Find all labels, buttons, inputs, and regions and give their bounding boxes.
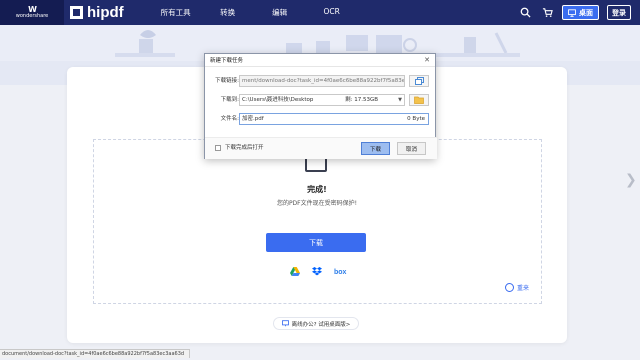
cloud-save-options: box — [290, 267, 346, 278]
restart-button[interactable]: 重来 — [505, 283, 529, 292]
download-button[interactable]: 下载 — [266, 233, 366, 252]
dialog-titlebar: 新建下载任务 ✕ — [205, 54, 435, 67]
free-space-text: 剩: 17.53GB — [345, 97, 378, 103]
box-icon[interactable]: box — [334, 269, 346, 276]
close-icon[interactable]: ✕ — [424, 56, 430, 64]
cart-icon[interactable] — [540, 6, 554, 20]
desktop-button[interactable]: 桌面 — [562, 5, 599, 20]
nav-item-all-tools[interactable]: 所有工具 — [150, 7, 202, 18]
restart-icon — [505, 283, 514, 292]
nav-right-group: 桌面 登录 — [518, 5, 631, 20]
download-link-row: 下载链接: ment/download-doc?task_id=4f0ae6c6… — [205, 75, 437, 88]
login-button[interactable]: 登录 — [607, 5, 631, 20]
browse-folder-button[interactable] — [409, 94, 429, 106]
filename-label: 文件名: — [220, 116, 239, 122]
browser-status-url: document/download-doc?task_id=4f0ae6c6be… — [0, 349, 190, 358]
monitor-icon — [281, 320, 289, 327]
monitor-icon — [568, 8, 576, 17]
filename-row: 文件名: 加密.pdf 0 Byte — [205, 113, 437, 126]
desktop-button-label: 桌面 — [579, 8, 593, 17]
desktop-promo-link[interactable]: 离线办公? 试用桌面版> — [273, 317, 359, 330]
nav-menu: 所有工具 转换 编辑 OCR — [150, 7, 358, 18]
nav-item-edit[interactable]: 编辑 — [254, 7, 306, 18]
folder-icon — [414, 96, 424, 104]
save-path-text: C:\Users\聂进科技\Desktop — [242, 97, 314, 103]
desktop-promo-text: 离线办公? 试用桌面版> — [291, 321, 351, 328]
copy-icon — [414, 77, 424, 85]
top-navbar: W wondershare hipdf 所有工具 转换 编辑 OCR 桌面 登录 — [0, 0, 640, 25]
chevron-down-icon[interactable]: ▼ — [398, 95, 402, 105]
file-size-text: 0 Byte — [407, 116, 425, 122]
search-icon[interactable] — [518, 6, 532, 20]
dialog-cancel-button[interactable]: 取消 — [397, 142, 426, 155]
wondershare-mark-icon: W — [28, 4, 37, 14]
google-drive-icon[interactable] — [290, 267, 300, 278]
save-location-select[interactable]: C:\Users\聂进科技\Desktop 剩: 17.53GB ▼ — [239, 94, 405, 106]
save-location-label: 下载到: — [220, 97, 239, 103]
wondershare-logo[interactable]: W wondershare — [0, 0, 64, 25]
open-after-download-checkbox[interactable] — [215, 145, 221, 151]
filename-input[interactable]: 加密.pdf 0 Byte — [239, 113, 429, 125]
nav-item-convert[interactable]: 转换 — [202, 7, 254, 18]
done-title: 完成! — [307, 185, 327, 194]
dropbox-icon[interactable] — [312, 267, 322, 278]
new-download-dialog: 新建下载任务 ✕ 下载链接: ment/download-doc?task_id… — [204, 53, 437, 159]
done-subtitle: 您的PDF文件现在受密码保护! — [276, 200, 358, 207]
wondershare-text: wondershare — [15, 12, 49, 19]
dialog-download-button[interactable]: 下载 — [361, 142, 390, 155]
save-location-row: 下载到: C:\Users\聂进科技\Desktop 剩: 17.53GB ▼ — [205, 94, 437, 107]
dialog-title: 新建下载任务 — [210, 58, 244, 64]
hipdf-brand-text: hipdf — [87, 4, 124, 21]
restart-label: 重来 — [517, 285, 530, 292]
copy-link-button[interactable] — [409, 75, 429, 87]
chevron-right-icon[interactable]: ❯ — [625, 172, 637, 188]
download-link-field[interactable]: ment/download-doc?task_id=4f0ae6c6be88a9… — [239, 75, 405, 87]
hipdf-logo-icon — [70, 6, 83, 19]
open-after-download-label[interactable]: 下载完成后打开 — [225, 143, 264, 151]
download-link-label: 下载链接: — [215, 78, 239, 84]
hipdf-logo[interactable]: hipdf — [70, 4, 124, 21]
nav-item-ocr[interactable]: OCR — [306, 7, 358, 18]
dialog-footer: 下载完成后打开 下载 取消 — [205, 137, 437, 159]
filename-value: 加密.pdf — [242, 116, 264, 122]
